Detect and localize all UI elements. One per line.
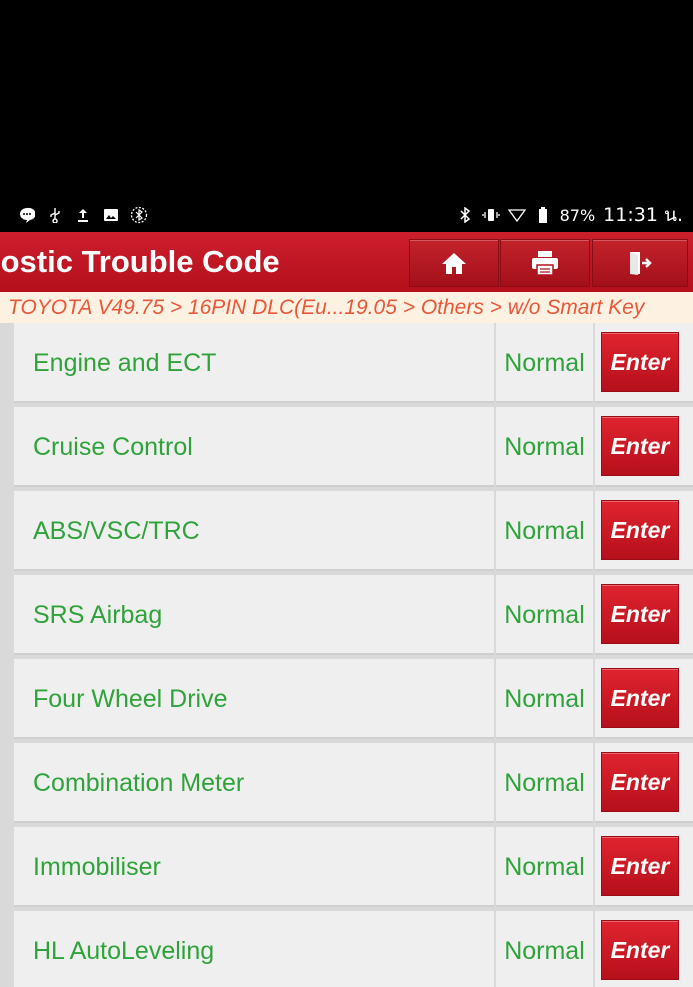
black-top-area: [0, 0, 693, 198]
table-row: Four Wheel Drive Normal Enter: [0, 659, 693, 743]
system-status: Normal: [496, 659, 593, 739]
table-row: Combination Meter Normal Enter: [0, 743, 693, 827]
action-cell: Enter: [595, 575, 693, 655]
battery-percent: 87%: [559, 205, 596, 225]
enter-button[interactable]: Enter: [601, 416, 679, 476]
system-status: Normal: [496, 743, 593, 823]
upload-icon: [74, 206, 92, 224]
enter-button[interactable]: Enter: [601, 584, 679, 644]
system-status: Normal: [496, 407, 593, 487]
enter-button[interactable]: Enter: [601, 920, 679, 980]
table-row: Engine and ECT Normal Enter: [0, 323, 693, 407]
printer-icon: [531, 250, 559, 276]
system-name: Four Wheel Drive: [14, 659, 494, 739]
system-status: Normal: [496, 575, 593, 655]
enter-button[interactable]: Enter: [601, 332, 679, 392]
system-name: Engine and ECT: [14, 323, 494, 403]
system-list: Engine and ECT Normal Enter Cruise Contr…: [0, 323, 693, 987]
chat-bubble-icon: [18, 206, 36, 224]
action-cell: Enter: [595, 659, 693, 739]
system-name: HL AutoLeveling: [14, 911, 494, 987]
enter-button[interactable]: Enter: [601, 836, 679, 896]
home-icon: [441, 251, 467, 275]
system-name: Combination Meter: [14, 743, 494, 823]
system-status: Normal: [496, 491, 593, 571]
enter-button[interactable]: Enter: [601, 752, 679, 812]
usb-icon: [46, 206, 64, 224]
table-row: Immobiliser Normal Enter: [0, 827, 693, 911]
system-status: Normal: [496, 827, 593, 907]
table-row: Cruise Control Normal Enter: [0, 407, 693, 491]
action-cell: Enter: [595, 911, 693, 987]
exit-icon: [627, 250, 653, 276]
bluetooth-circle-icon: [130, 206, 148, 224]
enter-button[interactable]: Enter: [601, 668, 679, 728]
title-bar: ıostic Trouble Code: [0, 232, 693, 292]
action-cell: Enter: [595, 743, 693, 823]
system-name: SRS Airbag: [14, 575, 494, 655]
table-row: ABS/VSC/TRC Normal Enter: [0, 491, 693, 575]
system-name: ABS/VSC/TRC: [14, 491, 494, 571]
action-cell: Enter: [595, 323, 693, 403]
action-cell: Enter: [595, 407, 693, 487]
table-row: SRS Airbag Normal Enter: [0, 575, 693, 659]
status-right-icons: 87% 11:31 น.: [456, 200, 683, 230]
system-name: Cruise Control: [14, 407, 494, 487]
image-icon: [102, 206, 120, 224]
print-button[interactable]: [500, 239, 590, 287]
system-status: Normal: [496, 911, 593, 987]
page-title: ıostic Trouble Code: [0, 244, 280, 279]
action-cell: Enter: [595, 827, 693, 907]
enter-button[interactable]: Enter: [601, 500, 679, 560]
system-status: Normal: [496, 323, 593, 403]
exit-button[interactable]: [592, 239, 688, 287]
status-time: 11:31 น.: [603, 204, 683, 226]
battery-icon: [534, 206, 552, 224]
status-left-icons: [18, 206, 148, 224]
wifi-icon: [507, 206, 526, 224]
vibrate-icon: [481, 206, 500, 224]
table-row: HL AutoLeveling Normal Enter: [0, 911, 693, 987]
action-cell: Enter: [595, 491, 693, 571]
breadcrumb: TOYOTA V49.75 > 16PIN DLC(Eu...19.05 > O…: [0, 292, 693, 323]
status-bar: 87% 11:31 น.: [0, 198, 693, 232]
home-button[interactable]: [409, 239, 499, 287]
system-name: Immobiliser: [14, 827, 494, 907]
bluetooth-icon: [456, 206, 474, 224]
